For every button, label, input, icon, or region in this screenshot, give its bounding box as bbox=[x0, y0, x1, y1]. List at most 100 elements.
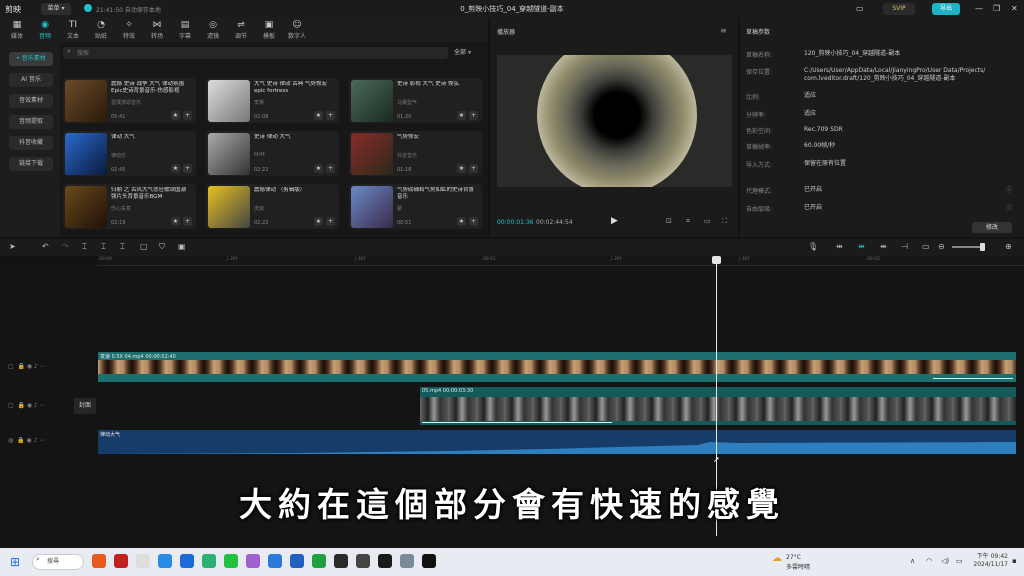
music-card[interactable]: 律动 大气 律动乐 02:45 ★ + bbox=[63, 131, 196, 176]
favorite-icon[interactable]: ★ bbox=[171, 111, 180, 120]
taskbar-app-icon[interactable] bbox=[290, 554, 304, 568]
tab-1[interactable]: ◉ 音频 bbox=[32, 20, 58, 40]
taskbar-app-icon[interactable] bbox=[312, 554, 326, 568]
music-card[interactable]: 大气 史诗 律动 古典 气势恢宏 epic fortress 李爽 02:08 … bbox=[206, 78, 339, 123]
info-icon[interactable]: ⓘ bbox=[1006, 185, 1012, 194]
taskbar-app-icon[interactable] bbox=[224, 554, 238, 568]
taskbar-app-icon[interactable] bbox=[158, 554, 172, 568]
favorite-icon[interactable]: ★ bbox=[457, 111, 466, 120]
zoom-slider-handle[interactable] bbox=[980, 243, 985, 251]
fit-icon[interactable]: ⊡ bbox=[666, 217, 672, 225]
tab-9[interactable]: ▣ 模板 bbox=[256, 20, 282, 40]
battery-icon[interactable]: ▭ bbox=[956, 557, 963, 565]
sidebar-item-0[interactable]: • 音乐素材 bbox=[9, 52, 53, 66]
svip-button[interactable]: SVIP bbox=[883, 3, 915, 15]
tray-chevron-icon[interactable]: ∧ bbox=[910, 557, 915, 565]
add-icon[interactable]: + bbox=[183, 111, 192, 120]
audio-clip[interactable]: 律动大气 bbox=[98, 430, 1016, 454]
export-button[interactable]: 导出 bbox=[932, 3, 960, 15]
favorite-icon[interactable]: ★ bbox=[457, 217, 466, 226]
taskbar-app-icon[interactable] bbox=[334, 554, 348, 568]
track2-controls[interactable]: ▢ 🔒 ◉ ♪ ⋯ bbox=[8, 402, 46, 409]
music-card[interactable]: 归期 之 古风大气悲壮歌颂国潮 强片头背景音乐BGM 伤心失意 02:19 ★ … bbox=[63, 184, 196, 229]
taskbar-app-icon[interactable] bbox=[114, 554, 128, 568]
play-button[interactable]: ▶ bbox=[611, 216, 618, 226]
add-icon[interactable]: + bbox=[183, 164, 192, 173]
sidebar-item-2[interactable]: 音效素材 bbox=[9, 94, 53, 108]
add-icon[interactable]: + bbox=[326, 111, 335, 120]
preview-axis-icon[interactable]: ⊣ bbox=[901, 242, 908, 251]
magnet-icon[interactable]: ⇹ bbox=[858, 242, 865, 251]
taskbar-app-icon[interactable] bbox=[202, 554, 216, 568]
overlay-video-clip[interactable]: 05.mp4 00:00:03:30 bbox=[420, 387, 1016, 425]
playhead-handle[interactable] bbox=[712, 256, 721, 264]
main-video-clip[interactable]: 变速 0.5X 04.mp4 00:00:02:40 bbox=[98, 352, 1016, 382]
taskbar-app-icon[interactable] bbox=[378, 554, 392, 568]
split-icon[interactable]: ⌶ bbox=[82, 242, 87, 252]
favorite-icon[interactable]: ★ bbox=[314, 217, 323, 226]
zoom-in-icon[interactable]: ⊕ bbox=[1005, 242, 1012, 251]
screenshot-icon[interactable]: ▣ bbox=[178, 242, 186, 251]
tab-10[interactable]: ☺ 数字人 bbox=[284, 20, 310, 40]
snap-icon[interactable]: ⇹ bbox=[880, 242, 887, 251]
notification-icon[interactable]: ▪ bbox=[1012, 557, 1017, 565]
delete-icon[interactable]: ▢ bbox=[140, 242, 148, 251]
music-card[interactable]: 气势磅礴和气势如虹的史诗背景 音乐 蒙 00:51 ★ + bbox=[349, 184, 482, 229]
add-icon[interactable]: + bbox=[469, 111, 478, 120]
zoom-out-icon[interactable]: ⊖ bbox=[938, 242, 945, 251]
maximize-icon[interactable]: ❐ bbox=[993, 4, 1000, 13]
music-card[interactable]: 史诗 律动 大气 MrM 02:22 ★ + bbox=[206, 131, 339, 176]
fullscreen-icon[interactable]: ⛶ bbox=[722, 217, 727, 226]
split-left-icon[interactable]: ⌶ bbox=[101, 242, 106, 252]
sidebar-item-1[interactable]: AI 音乐 bbox=[9, 73, 53, 87]
mic-icon[interactable]: 🎙 bbox=[808, 242, 818, 251]
taskbar-app-icon[interactable] bbox=[356, 554, 370, 568]
add-icon[interactable]: + bbox=[469, 164, 478, 173]
taskbar-app-icon[interactable] bbox=[136, 554, 150, 568]
tab-0[interactable]: ▦ 媒体 bbox=[4, 20, 30, 40]
taskbar-app-icon[interactable] bbox=[180, 554, 194, 568]
redo-icon[interactable]: ↷ bbox=[62, 242, 69, 251]
shield-icon[interactable]: ⛉ bbox=[159, 242, 165, 252]
filter-button[interactable]: 全部 ⩔ bbox=[454, 47, 471, 57]
search-input[interactable] bbox=[77, 48, 437, 58]
close-icon[interactable]: ✕ bbox=[1011, 4, 1018, 13]
sidebar-item-4[interactable]: 抖音收藏 bbox=[9, 136, 53, 150]
taskbar-app-icon[interactable] bbox=[246, 554, 260, 568]
taskbar-app-icon[interactable] bbox=[268, 554, 282, 568]
music-card[interactable]: 震撼律动 （剪辑版） 流浪 02:22 ★ + bbox=[206, 184, 339, 229]
tab-7[interactable]: ◎ 滤镜 bbox=[200, 20, 226, 40]
track1-controls[interactable]: ▢ 🔒 ◉ ♪ ⋯ bbox=[8, 363, 46, 370]
add-icon[interactable]: + bbox=[326, 164, 335, 173]
tab-2[interactable]: TI 文本 bbox=[60, 20, 86, 40]
audio-track-controls[interactable]: ◍ 🔒 ◉ ♪ ⋯ bbox=[8, 437, 45, 444]
caption-icon[interactable]: ▭ bbox=[922, 242, 930, 251]
favorite-icon[interactable]: ★ bbox=[171, 217, 180, 226]
speaker-icon[interactable]: ◁) bbox=[941, 557, 949, 565]
add-icon[interactable]: + bbox=[326, 217, 335, 226]
minimize-icon[interactable]: — bbox=[975, 4, 983, 13]
video-preview[interactable] bbox=[497, 55, 732, 187]
info-icon[interactable]: ⓘ bbox=[1006, 203, 1012, 212]
link-icon[interactable]: ⇹ bbox=[836, 242, 843, 251]
wifi-icon[interactable]: ◠ bbox=[926, 557, 932, 565]
taskbar-app-icon[interactable] bbox=[422, 554, 436, 568]
player-menu-icon[interactable]: ≡ bbox=[720, 26, 727, 35]
select-tool-icon[interactable]: ➤ bbox=[9, 242, 16, 251]
taskbar-app-icon[interactable] bbox=[400, 554, 414, 568]
tab-4[interactable]: ✧ 特效 bbox=[116, 20, 142, 40]
music-card[interactable]: 气势恢宏 抖音音乐 01:18 ★ + bbox=[349, 131, 482, 176]
favorite-icon[interactable]: ★ bbox=[457, 164, 466, 173]
modify-button[interactable]: 修改 bbox=[972, 222, 1012, 233]
split-right-icon[interactable]: ⌶ bbox=[120, 242, 125, 252]
windows-start-icon[interactable]: ⊞ bbox=[10, 555, 20, 569]
sidebar-item-5[interactable]: 链接下载 bbox=[9, 157, 53, 171]
undo-icon[interactable]: ↶ bbox=[42, 242, 49, 251]
layout-icon[interactable]: ▭ bbox=[856, 4, 864, 13]
music-card[interactable]: 震撼 史诗 战争 大气 律动氛围 Epic史诗背景音乐-伤感影视 墨璞漫颂音乐 … bbox=[63, 78, 196, 123]
cover-button[interactable]: 封面 bbox=[74, 398, 96, 414]
add-icon[interactable]: + bbox=[183, 217, 192, 226]
music-card[interactable]: 史诗 影视 大气 史诗 恢弘 马赛型气 01:20 ★ + bbox=[349, 78, 482, 123]
add-icon[interactable]: + bbox=[469, 217, 478, 226]
favorite-icon[interactable]: ★ bbox=[314, 111, 323, 120]
